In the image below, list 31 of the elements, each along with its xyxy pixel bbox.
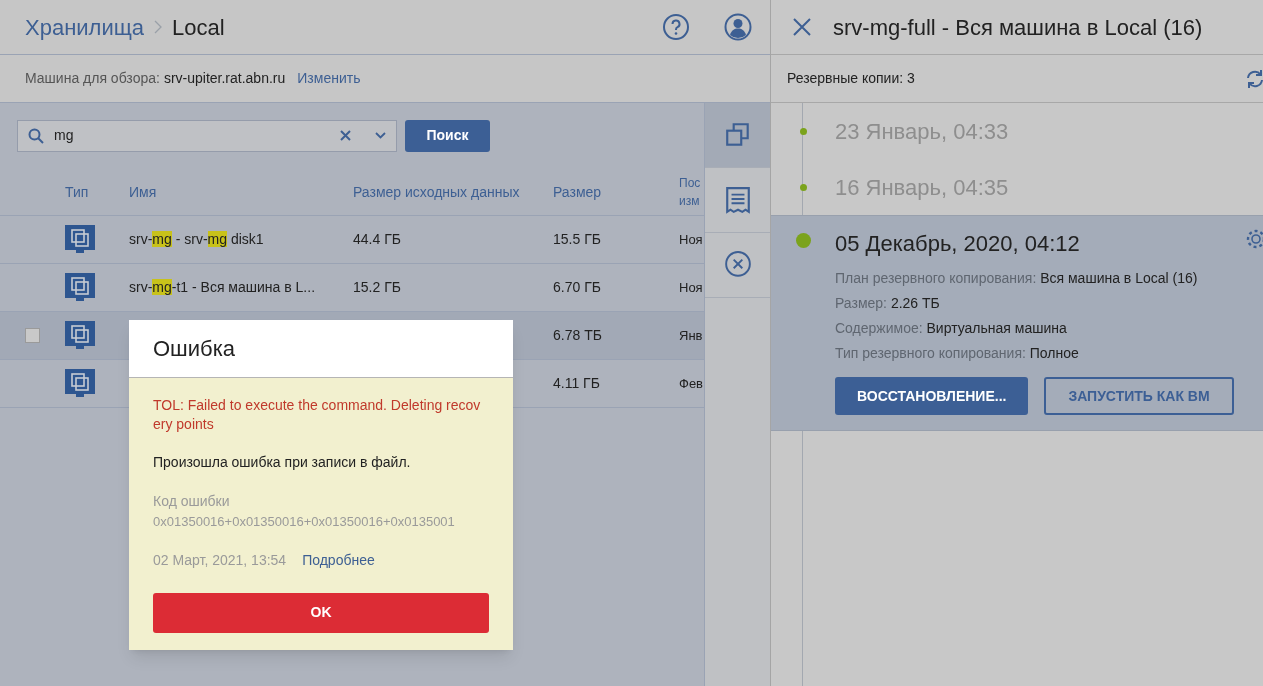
table-cell: 15.2 ГБ <box>353 279 401 295</box>
table-cell: Янв <box>679 328 703 343</box>
table-cell: 6.78 ТБ <box>553 327 602 343</box>
table-cell: Ноя <box>679 232 703 247</box>
machine-label: Машина для обзора: <box>25 69 160 88</box>
error-description: Произошла ошибка при записи в файл. <box>153 453 412 472</box>
error-date: 02 Март, 2021, 13:54 <box>153 550 287 570</box>
breadcrumb-current: Local <box>172 13 225 42</box>
machine-name: srv-upiter.rat.abn.ru <box>163 69 286 88</box>
backup-date: 16 Январь, 04:35 <box>835 173 1009 202</box>
panel-title: srv-mg-full - Вся машина в Local (16) <box>833 13 1203 42</box>
table-cell: 4.11 ГБ <box>553 375 600 391</box>
table-cell: srv-mg-t1 - Вся машина в L... <box>129 279 316 295</box>
detail-line: Размер: 2.26 ТБ <box>835 294 940 313</box>
error-code: 0x01350016+0x01350016+0x01350016+0x0135001 <box>153 513 456 531</box>
detail-line: План резервного копирования: Вся машина в Local (16) <box>835 269 1198 288</box>
dialog-title: Ошибка <box>153 335 235 363</box>
table-cell: srv-mg - srv-mg disk1 <box>129 231 264 247</box>
backup-date: 23 Январь, 04:33 <box>835 117 1009 146</box>
error-code-label: Код ошибки <box>153 492 231 511</box>
backup-count: Резервные копии: 3 <box>787 69 915 88</box>
error-message: TOL: Failed to execute the command. Deleting recovery points <box>153 396 482 434</box>
table-cell: 44.4 ГБ <box>353 231 401 247</box>
backup-date: 05 Декабрь, 2020, 04:12 <box>835 230 1080 258</box>
detail-line: Содержимое: Виртуальная машина <box>835 319 1067 338</box>
search-text: mg <box>54 126 75 145</box>
table-cell: 6.70 ГБ <box>553 279 601 295</box>
table-cell: Ноя <box>679 280 703 295</box>
table-cell: Фев <box>679 376 704 391</box>
table-cell: 15.5 ГБ <box>553 231 601 247</box>
detail-line: Тип резервного копирования: Полное <box>835 344 1079 363</box>
